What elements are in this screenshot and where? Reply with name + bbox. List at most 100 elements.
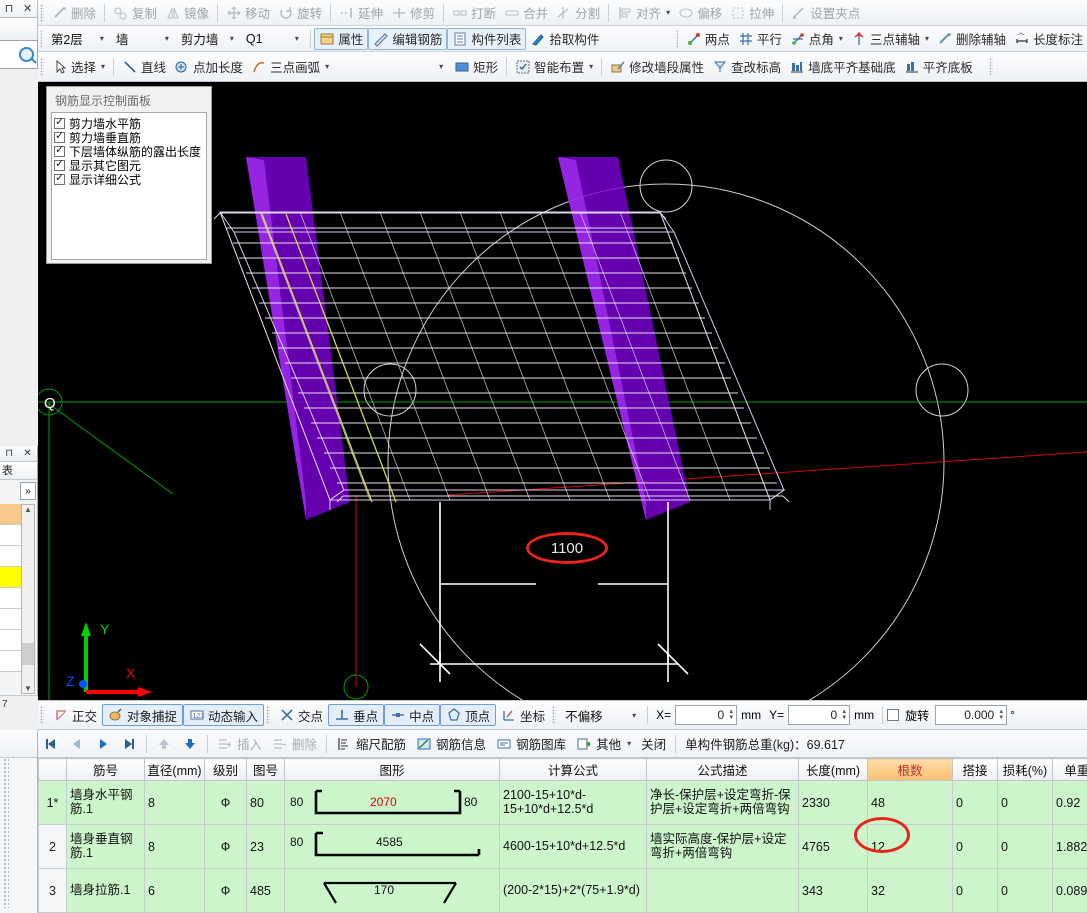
cell-loss[interactable]: 0	[997, 824, 1053, 869]
two-point-axis-button[interactable]: 两点	[682, 28, 734, 50]
offset-mode-selector[interactable]: 不偏移 ▾	[560, 705, 638, 725]
table-row[interactable]: 3 墙身拉筋.1 6 Ф 485 170 (200-2*15)+2*(75+1.…	[38, 868, 1087, 913]
chevron-down-icon[interactable]: ▾	[666, 8, 670, 17]
wall-bottom-align-foundation-button[interactable]: 墙底平齐基础底	[785, 56, 900, 78]
chevron-down-icon[interactable]: ▾	[100, 34, 104, 43]
th-index[interactable]	[38, 758, 67, 781]
chevron-down-icon[interactable]: ▾	[925, 34, 929, 43]
cell-formula[interactable]: 2100-15+10*d-15+10*d+12.5*d	[499, 780, 647, 825]
th-lap[interactable]: 搭接	[952, 758, 998, 781]
rectangle-button[interactable]: 矩形	[450, 56, 502, 78]
tb-mirror[interactable]: 镜像	[161, 2, 213, 24]
chevron-down-icon[interactable]: ▾	[627, 739, 631, 748]
tb-rotate[interactable]: 旋转	[274, 2, 326, 24]
rail-grip[interactable]	[3, 758, 9, 908]
tb-offset[interactable]: 偏移	[674, 2, 726, 24]
th-count[interactable]: 根数	[867, 758, 953, 781]
toolbar-grip[interactable]	[40, 29, 42, 48]
table-row[interactable]: 1* 墙身水平钢筋.1 8 Ф 80 80 2070 80 2100-15+10…	[38, 780, 1087, 825]
cell-loss[interactable]: 0	[997, 780, 1053, 825]
x-input[interactable]: 0 ▲ ▼	[675, 705, 738, 725]
rebar-display-control-panel[interactable]: 钢筋显示控制面板 剪力墙水平筋 剪力墙垂直筋 下层墙体纵筋的露出长度 显示其它图…	[46, 86, 212, 264]
pick-member-button[interactable]: 拾取构件	[526, 28, 603, 50]
tb-align[interactable]: 对齐 ▾	[613, 2, 674, 24]
cell-count[interactable]: 12	[867, 824, 953, 869]
cell-diameter[interactable]: 8	[144, 780, 205, 825]
chevron-down-icon[interactable]: ▾	[632, 711, 636, 720]
chevron-down-icon[interactable]: ▾	[165, 34, 169, 43]
snap-vertex[interactable]: 顶点	[440, 704, 497, 726]
x-spinner[interactable]: ▲ ▼	[728, 709, 734, 721]
move-up-button[interactable]	[151, 734, 177, 754]
scroll-thumb[interactable]	[22, 643, 34, 665]
checkbox-icon[interactable]	[54, 158, 65, 171]
parallel-axis-button[interactable]: 平行	[734, 28, 786, 50]
cell-formula[interactable]: (200-2*15)+2*(75+1.9*d)	[499, 868, 647, 913]
three-point-arc-button[interactable]: 三点画弧 ▾	[247, 56, 333, 78]
cell-unit-weight[interactable]: 1.882	[1052, 824, 1087, 869]
th-shape-no[interactable]: 图号	[246, 758, 285, 781]
th-unit-weight[interactable]: 单重(kg)	[1052, 758, 1087, 781]
checkbox-icon[interactable]	[54, 172, 65, 185]
other-button[interactable]: 其他 ▾	[571, 732, 636, 755]
chevron-down-icon[interactable]: ▾	[589, 62, 593, 71]
last-record-button[interactable]	[116, 734, 142, 754]
prev-record-button[interactable]	[64, 734, 90, 754]
cell-index[interactable]: 3	[38, 868, 67, 913]
cell-desc[interactable]: 净长-保护层+设定弯折-保护层+设定弯折+两倍弯钩	[646, 780, 799, 825]
th-loss[interactable]: 损耗(%)	[997, 758, 1053, 781]
toolbar-grip[interactable]	[988, 57, 993, 76]
select-button[interactable]: 选择 ▾	[48, 56, 109, 78]
toolbar-grip[interactable]	[40, 3, 44, 22]
snapbar-grip[interactable]	[552, 706, 557, 724]
category-selector[interactable]: 墙 ▾	[111, 29, 171, 49]
table-row[interactable]: 2 墙身垂直钢筋.1 8 Ф 23 80 4585 4600-15+10*d+1…	[38, 824, 1087, 869]
pin-icon[interactable]: ⊓	[5, 448, 13, 459]
cell-diameter[interactable]: 6	[144, 868, 205, 913]
chevron-down-icon[interactable]: ▾	[101, 62, 105, 71]
align-bottom-slab-button[interactable]: 平齐底板	[900, 56, 977, 78]
chevron-down-icon[interactable]: ▾	[839, 34, 843, 43]
th-diameter[interactable]: 直径(mm)	[144, 758, 205, 781]
rotate-input[interactable]: 0.000 ▲ ▼	[935, 705, 1008, 725]
th-length[interactable]: 长度(mm)	[798, 758, 868, 781]
cell-count[interactable]: 48	[867, 780, 953, 825]
scroll-down-icon[interactable]: ▼	[24, 684, 32, 693]
cell-lap[interactable]: 0	[952, 868, 998, 913]
subtype-selector[interactable]: 剪力墙 ▾	[176, 29, 236, 49]
tb-delete[interactable]: 删除	[48, 2, 100, 24]
checkbox-icon[interactable]	[54, 116, 65, 129]
snap-perpendicular[interactable]: 垂点	[328, 704, 385, 726]
tb-split[interactable]: 分割	[552, 2, 604, 24]
first-record-button[interactable]	[38, 734, 64, 754]
cell-shape-no[interactable]: 80	[246, 780, 285, 825]
cell-shape-no[interactable]: 23	[246, 824, 285, 869]
cell-index[interactable]: 2	[38, 824, 67, 869]
cell-desc[interactable]	[646, 868, 799, 913]
th-shape[interactable]: 图形	[284, 758, 500, 781]
th-desc[interactable]: 公式描述	[646, 758, 799, 781]
left-dock-scrollbar[interactable]: ▲ ▼	[21, 504, 35, 694]
move-down-button[interactable]	[177, 734, 203, 754]
snap-coordinate[interactable]: 坐标	[496, 704, 550, 726]
member-selector[interactable]: Q1 ▾	[241, 29, 301, 49]
cell-shape-no[interactable]: 485	[246, 868, 285, 913]
cell-lap[interactable]: 0	[952, 824, 998, 869]
rotate-spinner[interactable]: ▲ ▼	[998, 709, 1004, 721]
cell-shape[interactable]: 80 4585	[284, 824, 500, 869]
pin-icon[interactable]: ⊓	[5, 2, 14, 15]
insert-row-button[interactable]: 插入	[212, 732, 267, 755]
edit-rebar-button[interactable]: 编辑钢筋	[368, 27, 448, 50]
toolbar-grip[interactable]	[40, 57, 44, 76]
y-spinner[interactable]: ▲ ▼	[841, 709, 847, 721]
cell-length[interactable]: 2330	[798, 780, 868, 825]
checkbox-icon[interactable]	[54, 130, 65, 143]
cell-unit-weight[interactable]: 0.92	[1052, 780, 1087, 825]
cell-index[interactable]: 1*	[38, 780, 67, 825]
chevron-down-icon[interactable]: ▾	[230, 34, 234, 43]
floor-selector[interactable]: 第2层 ▾	[46, 29, 106, 49]
control-option-show-detailed-formula[interactable]: 显示详细公式	[54, 172, 204, 187]
cell-grade[interactable]: Ф	[204, 868, 247, 913]
y-input[interactable]: 0 ▲ ▼	[788, 705, 851, 725]
cell-name[interactable]: 墙身水平钢筋.1	[66, 780, 145, 825]
